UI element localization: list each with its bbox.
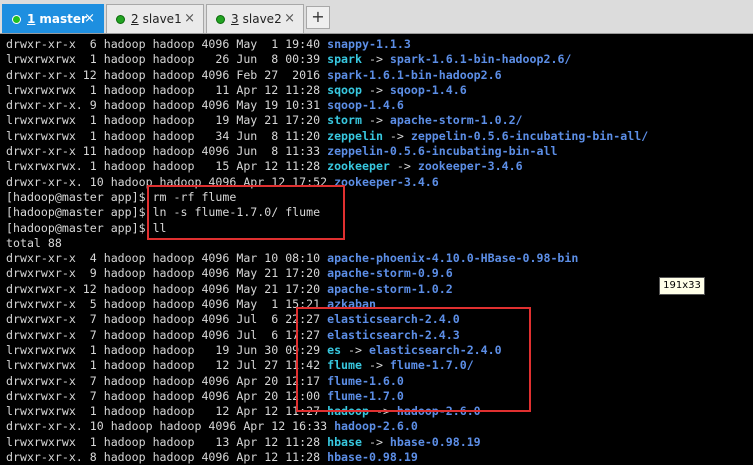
line-text: lrwxrwxrwx 1 hadoop hadoop 26 Jun 8 00:3… [6, 52, 328, 67]
file-entry-line: drwxr-xr-x. 10 hadoop hadoop 4096 Apr 12… [6, 419, 751, 434]
connected-status-icon [116, 14, 125, 24]
directory-name: apache-storm-0.9.6 [327, 266, 453, 281]
connected-status-icon [12, 14, 21, 24]
close-icon[interactable]: × [284, 12, 295, 25]
file-entry-line: lrwxrwxrwx 1 hadoop hadoop 13 Apr 12 11:… [6, 435, 751, 450]
line-text: drwxr-xr-x 4 hadoop hadoop 4096 Mar 10 0… [6, 251, 328, 266]
symlink-name: hbase [327, 434, 362, 449]
directory-name: hadoop-2.6.0 [334, 419, 418, 434]
symlink-arrow: -> [382, 128, 411, 143]
symlink-target: hbase-0.98.19 [389, 434, 481, 449]
directory-name: zookeeper-3.4.6 [334, 174, 439, 189]
tab-label: slave2 [242, 12, 282, 26]
file-entry-line: drwxrwxr-x 9 hadoop hadoop 4096 May 21 1… [6, 266, 751, 281]
symlink-target: zeppelin-0.5.6-incubating-bin-all/ [410, 128, 649, 143]
tab-label: master [39, 12, 87, 26]
file-entry-line: lrwxrwxrwx 1 hadoop hadoop 19 May 21 17:… [6, 113, 751, 128]
directory-name: hbase-0.98.19 [327, 450, 418, 465]
symlink-target: sqoop-1.4.6 [389, 82, 467, 97]
symlink-name: zeppelin [327, 128, 383, 143]
file-entry-line: lrwxrwxrwx 1 hadoop hadoop 11 Apr 12 11:… [6, 83, 751, 98]
tab-slave2[interactable]: 3 slave2 × [206, 4, 304, 33]
line-text: drwxr-xr-x. 8 hadoop hadoop 4096 Apr 12 … [6, 450, 328, 465]
tab-master[interactable]: 1 master × [2, 4, 104, 33]
file-entry-line: drwxr-xr-x 11 hadoop hadoop 4096 Jun 8 1… [6, 144, 751, 159]
terminal-line: [hadoop@master app]$ ln -s flume-1.7.0/ … [6, 205, 751, 220]
line-text: total 88 [6, 235, 62, 250]
line-text: lrwxrwxrwx 1 hadoop hadoop 34 Jun 8 11:2… [6, 128, 328, 143]
file-entry-line: drwxr-xr-x 12 hadoop hadoop 4096 Feb 27 … [6, 68, 751, 83]
line-text: [hadoop@master app]$ ll [6, 220, 167, 235]
symlink-target: spark-1.6.1-bin-hadoop2.6/ [389, 52, 572, 67]
line-text: drwxr-xr-x 6 hadoop hadoop 4096 May 1 19… [6, 37, 328, 51]
line-text: drwxr-xr-x 12 hadoop hadoop 4096 Feb 27 … [6, 67, 328, 82]
line-text: lrwxrwxrwx 1 hadoop hadoop 12 Jul 27 11:… [6, 358, 328, 373]
file-entry-line: drwxr-xr-x. 8 hadoop hadoop 4096 Apr 12 … [6, 450, 751, 465]
file-entry-line: drwxr-xr-x 6 hadoop hadoop 4096 May 1 19… [6, 37, 751, 52]
line-text: drwxrwxr-x 7 hadoop hadoop 4096 Jul 6 17… [6, 327, 328, 342]
file-entry-line: lrwxrwxrwx 1 hadoop hadoop 26 Jun 8 00:3… [6, 52, 751, 67]
symlink-target: apache-storm-1.0.2/ [389, 113, 523, 128]
directory-name: zeppelin-0.5.6-incubating-bin-all [327, 144, 558, 159]
tab-number: 3 [231, 12, 239, 26]
terminal-line: [hadoop@master app]$ rm -rf flume [6, 190, 751, 205]
symlink-target: zookeeper-3.4.6 [417, 159, 523, 174]
line-text: drwxr-xr-x 11 hadoop hadoop 4096 Jun 8 1… [6, 144, 328, 159]
directory-name: sqoop-1.4.6 [327, 98, 404, 113]
line-text: drwxr-xr-x. 9 hadoop hadoop 4096 May 19 … [6, 98, 328, 113]
line-text: drwxrwxr-x 9 hadoop hadoop 4096 May 21 1… [6, 266, 328, 281]
add-tab-button[interactable]: + [306, 6, 330, 29]
line-text: lrwxrwxrwx 1 hadoop hadoop 12 Apr 12 11:… [6, 404, 328, 419]
connected-status-icon [216, 14, 225, 24]
size-tooltip: 191x33 [659, 277, 705, 295]
symlink-arrow: -> [362, 82, 390, 97]
file-entry-line: drwxr-xr-x. 10 hadoop hadoop 4096 Apr 12… [6, 175, 751, 190]
close-icon[interactable]: × [84, 12, 95, 25]
symlink-arrow: -> [389, 159, 418, 174]
line-text: drwxr-xr-x. 10 hadoop hadoop 4096 Apr 12… [6, 419, 335, 434]
symlink-name: storm [327, 113, 362, 128]
tab-number: 1 [27, 12, 36, 26]
symlink-arrow: -> [362, 434, 390, 449]
file-entry-line: drwxrwxr-x 12 hadoop hadoop 4096 May 21 … [6, 282, 751, 297]
tab-number: 2 [131, 12, 139, 26]
line-text: lrwxrwxrwx 1 hadoop hadoop 19 May 21 17:… [6, 113, 328, 128]
line-text: lrwxrwxrwx 1 hadoop hadoop 13 Apr 12 11:… [6, 434, 328, 449]
line-text: drwxrwxr-x 7 hadoop hadoop 4096 Apr 20 1… [6, 373, 328, 388]
tab-slave1[interactable]: 2 slave1 × [106, 4, 204, 33]
file-entry-line: lrwxrwxrwx. 1 hadoop hadoop 15 Apr 12 11… [6, 159, 751, 174]
symlink-arrow: -> [362, 113, 390, 128]
line-text: lrwxrwxrwx 1 hadoop hadoop 19 Jun 30 09:… [6, 342, 328, 357]
terminal-line: total 88 [6, 236, 751, 251]
line-text: drwxrwxr-x 7 hadoop hadoop 4096 Apr 20 1… [6, 388, 328, 403]
tab-label: slave1 [142, 12, 182, 26]
line-text: drwxrwxr-x 12 hadoop hadoop 4096 May 21 … [6, 281, 328, 296]
line-text: lrwxrwxrwx. 1 hadoop hadoop 15 Apr 12 11… [6, 159, 328, 174]
directory-name: snappy-1.1.3 [327, 37, 411, 51]
file-entry-line: lrwxrwxrwx 1 hadoop hadoop 34 Jun 8 11:2… [6, 129, 751, 144]
file-entry-line: drwxr-xr-x 4 hadoop hadoop 4096 Mar 10 0… [6, 251, 751, 266]
symlink-arrow: -> [362, 52, 390, 67]
symlink-name: sqoop [327, 82, 362, 97]
directory-name: apache-phoenix-4.10.0-HBase-0.98-bin [327, 251, 579, 266]
highlight-listing-box [296, 307, 531, 412]
file-entry-line: drwxr-xr-x. 9 hadoop hadoop 4096 May 19 … [6, 98, 751, 113]
highlight-commands-box [147, 185, 345, 240]
line-text: lrwxrwxrwx 1 hadoop hadoop 11 Apr 12 11:… [6, 82, 328, 97]
directory-name: apache-storm-1.0.2 [327, 281, 453, 296]
close-icon[interactable]: × [184, 12, 195, 25]
line-text: drwxrwxr-x 7 hadoop hadoop 4096 Jul 6 22… [6, 312, 328, 327]
terminal-line: [hadoop@master app]$ ll [6, 221, 751, 236]
tab-bar: 1 master × 2 slave1 × 3 slave2 × + [0, 0, 753, 34]
symlink-name: zookeeper [327, 159, 390, 174]
symlink-name: spark [327, 52, 362, 67]
line-text: drwxrwxr-x 5 hadoop hadoop 4096 May 1 15… [6, 297, 328, 312]
directory-name: spark-1.6.1-bin-hadoop2.6 [327, 67, 502, 82]
